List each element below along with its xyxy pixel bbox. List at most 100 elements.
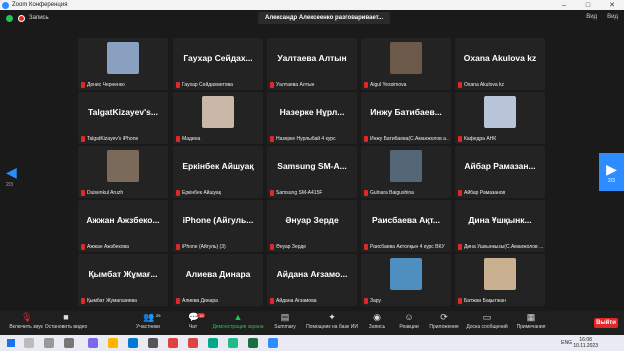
share-screen-button[interactable]: ▲ Демонстрация экрана (212, 313, 264, 331)
participant-tile[interactable]: Кафедра АНК (455, 92, 545, 144)
notes-label: Примечания (516, 324, 546, 330)
participant-name-label: Дина Ушкынкызы(С.Аманжолов ... (464, 244, 543, 250)
minimize-icon[interactable]: – (552, 2, 576, 9)
opera-icon[interactable] (188, 338, 198, 348)
mic-muted-icon (458, 190, 462, 196)
participant-tile[interactable]: Гаухар Сейдах... Гаухар Сейдахметова (173, 38, 263, 90)
zoom-taskbar-icon[interactable] (268, 338, 278, 348)
participants-label: Участники (136, 324, 160, 330)
mic-muted-icon (364, 190, 368, 196)
participant-tile[interactable]: Aigul Yessimova (361, 38, 451, 90)
notes-button[interactable]: ▦ Примечания (505, 312, 557, 331)
participant-tile[interactable]: Айдана Ағзамо... Айдана Ағзамова (267, 254, 357, 306)
participant-tile[interactable]: Samsung SM-A... Samsung SM-A415F (267, 146, 357, 198)
next-page-button[interactable]: ▶ 2/3 (599, 153, 624, 191)
participant-tile[interactable]: Назерке Нұрл... Назерке Нурлыбай 4 курс (267, 92, 357, 144)
notes-icon: ▦ (526, 312, 536, 322)
summary-icon: ▤ (280, 312, 290, 322)
participant-photo (202, 96, 234, 128)
participant-tile[interactable]: Қымбат Жұмағ... Қымбат Жумагазиева (78, 254, 168, 306)
file-explorer-icon[interactable] (108, 338, 118, 348)
participant-tile[interactable]: Gulnara Baigushina (361, 146, 451, 198)
app-icon-1[interactable] (88, 338, 98, 348)
participant-name-label: Раисбаева Актолқын 4 курс ВКУ (370, 244, 445, 250)
clock[interactable]: 16:08 10.11.2023 (573, 337, 598, 349)
participant-display-name: Әнуар Зерде (285, 215, 339, 225)
excel-icon[interactable] (248, 338, 258, 348)
mail-icon[interactable] (148, 338, 158, 348)
participant-tile[interactable]: Алиева Динара Алиева Динара (173, 254, 263, 306)
view-button-2[interactable]: Вид (607, 14, 618, 20)
participant-name-label: Oxana Akulova kz (464, 82, 505, 88)
security-shield-icon[interactable] (6, 14, 13, 22)
cortana-icon[interactable] (44, 338, 54, 348)
participant-tile[interactable]: Инжу Батибаев... Инжу Батибаева(С.Аманжол… (361, 92, 451, 144)
prev-page-arrow[interactable]: ◀ (6, 164, 17, 180)
input-language[interactable]: ENG (561, 340, 572, 346)
participant-display-name: iPhone (Айгуль... (182, 215, 254, 225)
participant-tile[interactable]: Oxana Akulova kz Oxana Akulova kz (455, 38, 545, 90)
participant-name-label: Айдана Ағзамова (276, 298, 317, 304)
participant-name-label: Қымбат Жумагазиева (87, 298, 137, 304)
mic-muted-icon: 🎙 (21, 312, 33, 322)
active-speaker-banner: Александр Алексеенко разговаривает... (258, 12, 391, 24)
participant-tile[interactable]: Батжан Бақытжан (455, 254, 545, 306)
search-icon[interactable] (24, 338, 34, 348)
participant-name-label: Aigul Yessimova (370, 82, 407, 88)
view-button-1[interactable]: Вид (586, 14, 597, 20)
participant-tile[interactable]: Мадина (173, 92, 263, 144)
store-icon[interactable] (128, 338, 138, 348)
task-view-icon[interactable] (64, 338, 74, 348)
ai-sparkle-icon: ✦ (328, 312, 336, 322)
participant-tile[interactable]: Зару (361, 254, 451, 306)
participants-icon: 👥 (143, 312, 155, 322)
participant-tile[interactable]: TalgatKizayev's... TalgatKizayev's iPhone (78, 92, 168, 144)
windows-start-icon[interactable] (7, 339, 15, 347)
participant-tile[interactable]: Денис Черненко (78, 38, 168, 90)
participant-display-name: Қымбат Жұмағ... (88, 269, 158, 279)
chrome-icon[interactable] (228, 338, 238, 348)
participant-display-name: Айбар Рамазан... (464, 161, 536, 171)
participant-tile[interactable]: Ажжан Ажзбеко... Ажжан Ажзбекова (78, 200, 168, 252)
mic-muted-icon (81, 190, 85, 196)
participant-name-label: Кафедра АНК (464, 136, 497, 142)
whiteboard-label: Доска сообщений (466, 324, 508, 330)
leave-button[interactable]: Выйти (594, 318, 618, 328)
participant-photo (390, 258, 422, 290)
participant-name-label: Duisenkul Aruzh (87, 190, 124, 196)
participant-tile[interactable]: Айбар Рамазан... Айбар Рамазанов (455, 146, 545, 198)
participant-tile[interactable]: Уалтаева Алтын Уалтаева Алтын (267, 38, 357, 90)
participant-photo (107, 150, 139, 182)
participant-tile[interactable]: Duisenkul Aruzh (78, 146, 168, 198)
record-label: Запись (29, 15, 49, 21)
participant-tile[interactable]: Раисбаева Ақт... Раисбаева Актолқын 4 кур… (361, 200, 451, 252)
next-arrow-icon: ▶ (606, 160, 617, 177)
close-icon[interactable]: ✕ (600, 1, 624, 9)
record-circle-icon: ◉ (373, 312, 381, 322)
whiteboard-icon: ▭ (482, 312, 492, 322)
mic-muted-icon (176, 244, 180, 250)
participant-name-label: Инжу Батибаева(С.Аманжолов а... (370, 136, 449, 142)
record-icon (18, 14, 25, 22)
mic-muted-icon (81, 82, 85, 88)
edge-icon[interactable] (208, 338, 218, 348)
stop-video-button[interactable]: ■ Остановить видео (40, 313, 92, 331)
participant-name-label: Мадина (182, 136, 201, 142)
mic-muted-icon (270, 82, 274, 88)
page-indicator-right: 2/3 (608, 177, 615, 184)
meeting-topbar: Запись Александр Алексеенко разговаривае… (0, 10, 624, 26)
app-icon-2[interactable] (168, 338, 178, 348)
mic-muted-icon (364, 244, 368, 250)
participant-tile[interactable]: Еркінбек Айшуақ Еркінбек Айшуақ (173, 146, 263, 198)
mic-muted-icon (270, 298, 274, 304)
participant-tile[interactable]: iPhone (Айгуль... iPhone (Айгуль) (3) (173, 200, 263, 252)
maximize-icon[interactable]: □ (576, 2, 600, 9)
mic-muted-icon (270, 244, 274, 250)
participant-tile[interactable]: Дина Ұшқынк... Дина Ушкынкызы(С.Аманжолов… (455, 200, 545, 252)
participant-name-label: Зару (370, 298, 382, 304)
participant-tile[interactable]: Әнуар Зерде Әнуар Зерде (267, 200, 357, 252)
mic-muted-icon (81, 298, 85, 304)
participant-name-label: Әнуар Зерде (276, 244, 307, 250)
mic-muted-icon (364, 82, 368, 88)
participant-photo (390, 150, 422, 182)
